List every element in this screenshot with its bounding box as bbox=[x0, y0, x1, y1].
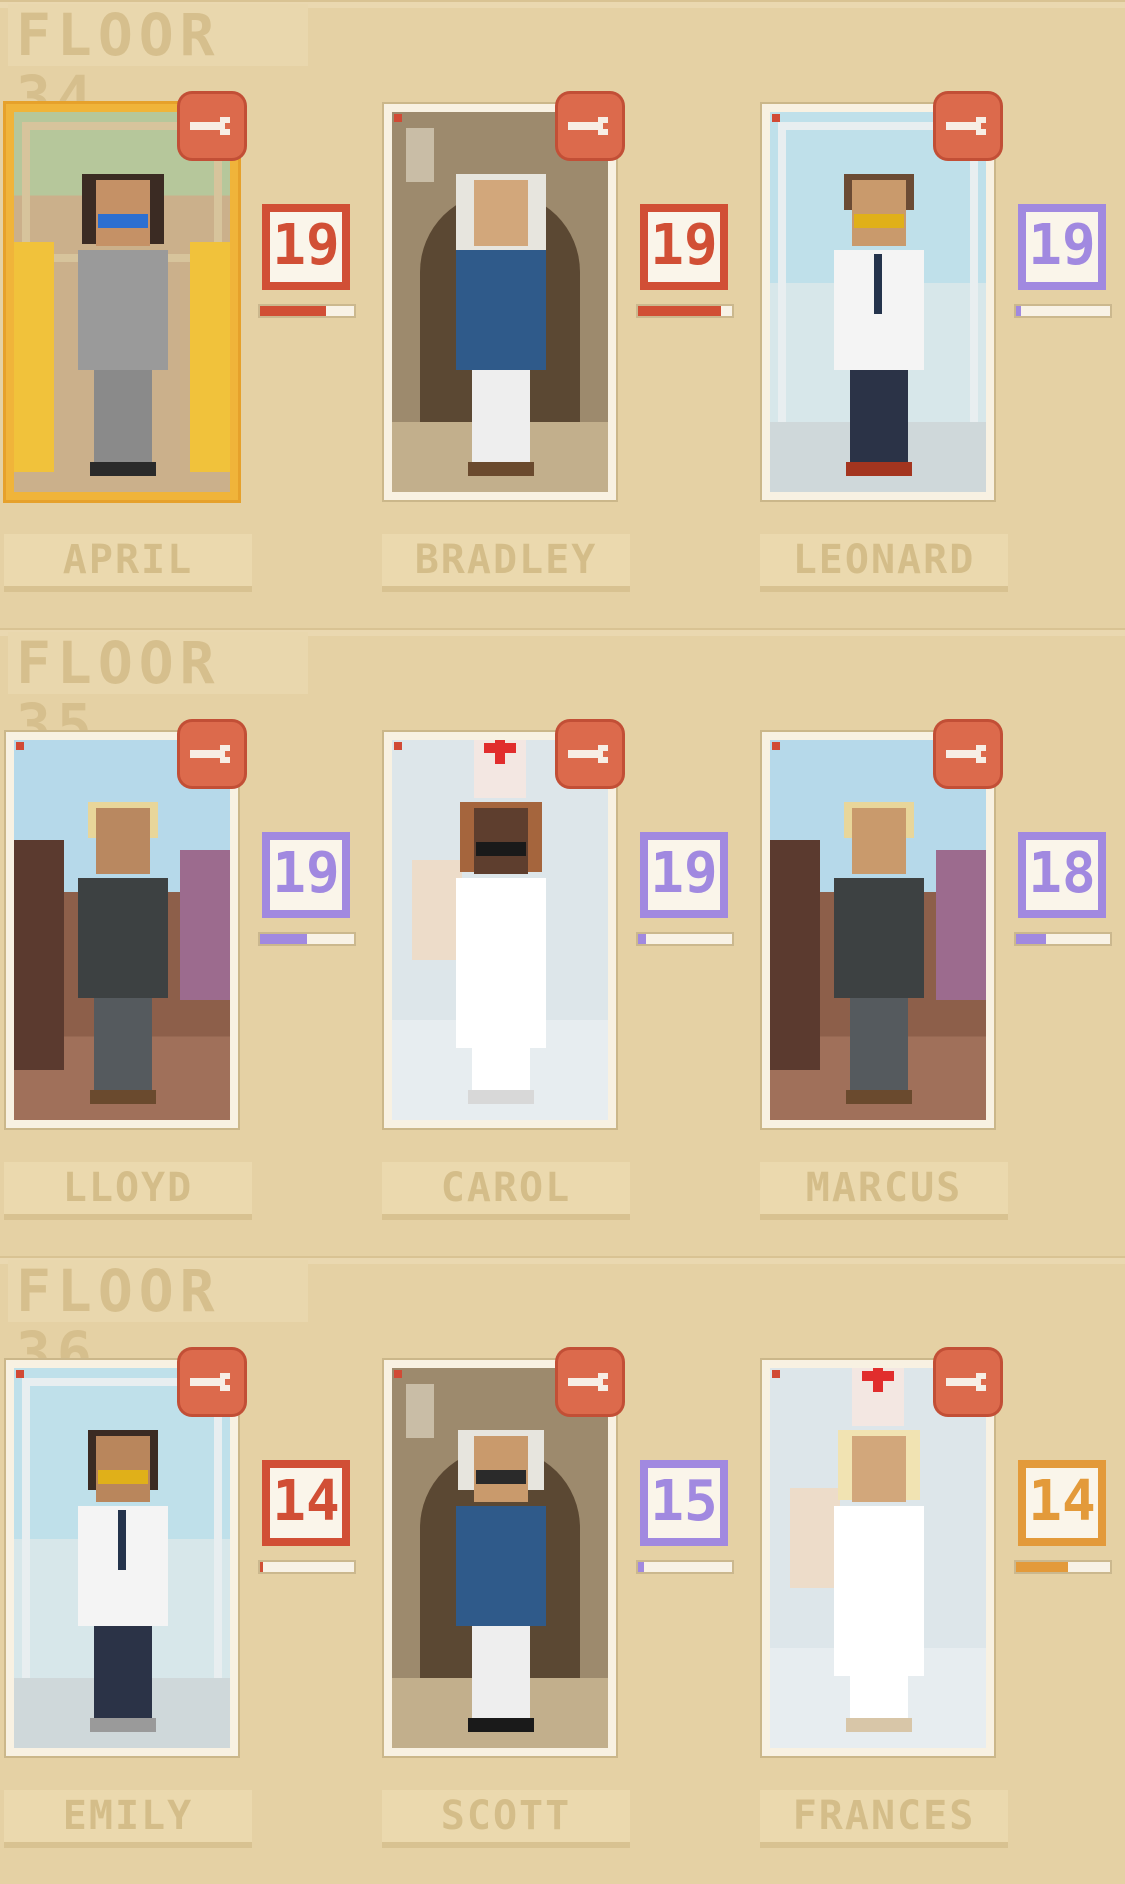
portrait-frame[interactable] bbox=[384, 104, 616, 500]
resident-card-carol[interactable]: 19 CAROL bbox=[378, 722, 738, 1248]
floor-title: FLOOR 35 bbox=[8, 632, 308, 756]
status-dot bbox=[394, 114, 402, 122]
floor-34-section: FLOOR 34 19 APRIL 19 BRADLEY 19 LEONARD bbox=[0, 0, 1125, 628]
resident-avatar bbox=[828, 802, 928, 1108]
resident-card-leonard[interactable]: 19 LEONARD bbox=[756, 94, 1116, 620]
portrait-frame[interactable] bbox=[6, 732, 238, 1128]
resident-name-plate: SCOTT bbox=[382, 1790, 630, 1848]
resident-name-plate: FRANCES bbox=[760, 1790, 1008, 1848]
resident-name-plate: BRADLEY bbox=[382, 534, 630, 592]
status-dot bbox=[772, 742, 780, 750]
level-progress-bar bbox=[1014, 1560, 1112, 1574]
wrench-icon[interactable] bbox=[180, 1350, 244, 1414]
resident-name-plate: LEONARD bbox=[760, 534, 1008, 592]
resident-card-lloyd[interactable]: 19 LLOYD bbox=[0, 722, 360, 1248]
level-badge: 19 bbox=[640, 832, 728, 918]
resident-card-frances[interactable]: 14 FRANCES bbox=[756, 1350, 1116, 1876]
wrench-icon[interactable] bbox=[936, 94, 1000, 158]
status-dot bbox=[394, 1370, 402, 1378]
status-dot bbox=[772, 114, 780, 122]
level-progress-bar bbox=[636, 932, 734, 946]
resident-card-scott[interactable]: 15 SCOTT bbox=[378, 1350, 738, 1876]
portrait-frame[interactable] bbox=[762, 1360, 994, 1756]
resident-avatar bbox=[72, 1430, 172, 1736]
resident-card-bradley[interactable]: 19 BRADLEY bbox=[378, 94, 738, 620]
status-dot bbox=[772, 1370, 780, 1378]
level-progress-bar bbox=[636, 304, 734, 318]
floor-36-section: FLOOR 36 14 EMILY 15 SCOTT 14 FRANCES bbox=[0, 1256, 1125, 1884]
level-badge: 19 bbox=[640, 204, 728, 290]
resident-name-plate: LLOYD bbox=[4, 1162, 252, 1220]
portrait-frame[interactable] bbox=[6, 104, 238, 500]
wrench-icon[interactable] bbox=[558, 722, 622, 786]
resident-avatar bbox=[450, 740, 550, 1108]
wrench-icon[interactable] bbox=[558, 1350, 622, 1414]
resident-name-plate: EMILY bbox=[4, 1790, 252, 1848]
wrench-icon[interactable] bbox=[558, 94, 622, 158]
level-progress-bar bbox=[258, 932, 356, 946]
resident-avatar bbox=[828, 174, 928, 480]
level-progress-bar bbox=[636, 1560, 734, 1574]
wrench-icon[interactable] bbox=[180, 94, 244, 158]
wrench-icon[interactable] bbox=[180, 722, 244, 786]
resident-avatar bbox=[72, 174, 172, 480]
resident-name-plate: APRIL bbox=[4, 534, 252, 592]
level-badge: 14 bbox=[262, 1460, 350, 1546]
level-progress-bar bbox=[258, 1560, 356, 1574]
portrait-frame[interactable] bbox=[762, 104, 994, 500]
wrench-icon[interactable] bbox=[936, 722, 1000, 786]
resident-card-emily[interactable]: 14 EMILY bbox=[0, 1350, 360, 1876]
level-badge: 19 bbox=[262, 204, 350, 290]
level-badge: 18 bbox=[1018, 832, 1106, 918]
portrait-frame[interactable] bbox=[384, 732, 616, 1128]
portrait-frame[interactable] bbox=[762, 732, 994, 1128]
level-progress-bar bbox=[258, 304, 356, 318]
wrench-icon[interactable] bbox=[936, 1350, 1000, 1414]
portrait-frame[interactable] bbox=[384, 1360, 616, 1756]
resident-avatar bbox=[828, 1368, 928, 1736]
status-dot bbox=[16, 1370, 24, 1378]
floor-title: FLOOR 36 bbox=[8, 1260, 308, 1384]
level-progress-bar bbox=[1014, 932, 1112, 946]
floor-title: FLOOR 34 bbox=[8, 4, 308, 128]
resident-avatar bbox=[450, 1430, 550, 1736]
resident-avatar bbox=[72, 802, 172, 1108]
resident-card-marcus[interactable]: 18 MARCUS bbox=[756, 722, 1116, 1248]
level-badge: 14 bbox=[1018, 1460, 1106, 1546]
resident-avatar bbox=[450, 174, 550, 480]
status-dot bbox=[16, 742, 24, 750]
portrait-frame[interactable] bbox=[6, 1360, 238, 1756]
level-badge: 19 bbox=[1018, 204, 1106, 290]
level-progress-bar bbox=[1014, 304, 1112, 318]
resident-card-april[interactable]: 19 APRIL bbox=[0, 94, 360, 620]
resident-name-plate: CAROL bbox=[382, 1162, 630, 1220]
floor-35-section: FLOOR 35 19 LLOYD 19 CAROL 18 MARCUS bbox=[0, 628, 1125, 1256]
resident-name-plate: MARCUS bbox=[760, 1162, 1008, 1220]
level-badge: 19 bbox=[262, 832, 350, 918]
status-dot bbox=[394, 742, 402, 750]
level-badge: 15 bbox=[640, 1460, 728, 1546]
